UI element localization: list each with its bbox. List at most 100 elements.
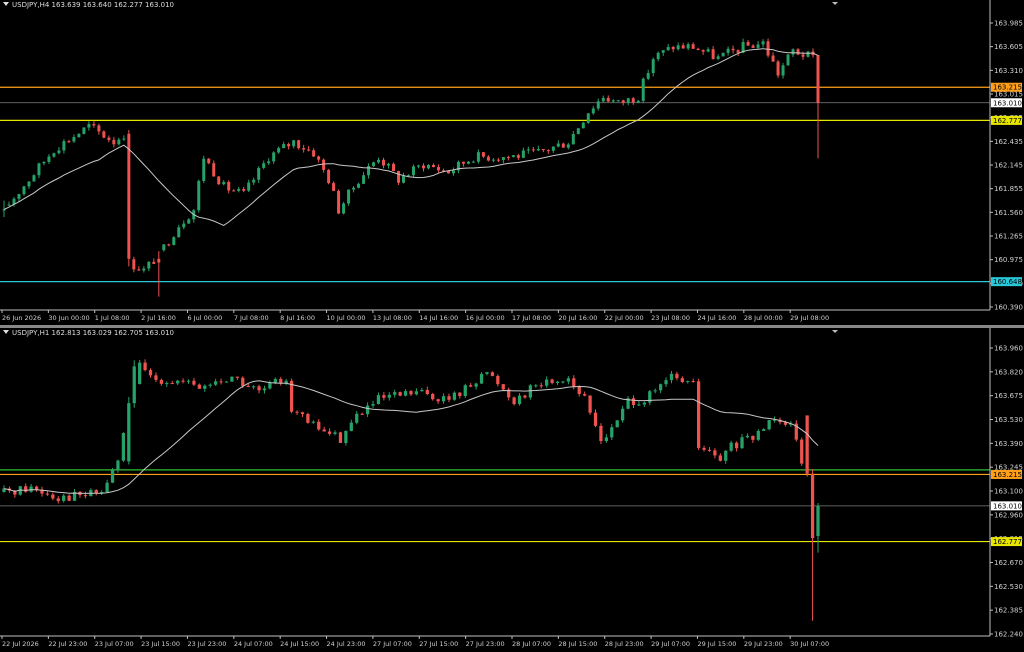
candle-body xyxy=(317,156,321,160)
candle-body xyxy=(154,375,158,380)
candle xyxy=(561,142,565,148)
candle xyxy=(202,155,206,184)
candle xyxy=(242,186,246,193)
time-tick-label: 29 Jul 07:00 xyxy=(651,640,690,648)
candle-body xyxy=(147,261,151,269)
candle xyxy=(24,483,28,493)
time-tick-label: 14 Jul 16:00 xyxy=(419,314,458,322)
candle-body xyxy=(436,399,440,402)
candle-body xyxy=(192,380,196,385)
candle-body xyxy=(762,429,766,431)
candle xyxy=(586,113,590,125)
candle xyxy=(476,149,480,164)
price-tick-label: 160.390 xyxy=(994,304,1023,312)
candle-body xyxy=(691,381,695,383)
candle-body xyxy=(207,158,211,164)
price-tick-label: 161.265 xyxy=(994,233,1023,241)
candle xyxy=(227,180,231,194)
candle-body xyxy=(441,396,446,402)
candle xyxy=(322,158,326,173)
candle xyxy=(372,161,376,168)
candle xyxy=(796,48,800,56)
candle xyxy=(82,127,86,135)
candle-body xyxy=(577,386,581,394)
time-tick-label: 23 Jul 07:00 xyxy=(95,640,134,648)
candle xyxy=(138,359,142,385)
candle xyxy=(425,386,429,396)
candle-body xyxy=(721,52,725,57)
candle xyxy=(469,383,473,388)
candle xyxy=(671,45,675,53)
candle-body xyxy=(421,165,425,169)
candle-body xyxy=(806,51,810,57)
candle-body xyxy=(197,384,201,389)
candle-body xyxy=(57,150,61,154)
candle-body xyxy=(521,150,525,158)
candle xyxy=(511,155,515,158)
candle xyxy=(676,42,680,51)
candle xyxy=(56,496,60,504)
candle xyxy=(312,148,316,158)
candle-body xyxy=(317,421,321,430)
candle xyxy=(681,42,685,49)
candle xyxy=(517,393,522,406)
candle xyxy=(731,45,735,54)
candle-body xyxy=(751,45,755,48)
candle xyxy=(771,52,775,62)
candle-body xyxy=(588,395,592,413)
time-tick-label: 27 Jul 07:00 xyxy=(373,640,412,648)
candle xyxy=(212,160,216,177)
candle xyxy=(576,128,580,135)
candle-body xyxy=(711,49,715,59)
candle xyxy=(591,105,595,115)
candle-body xyxy=(686,44,690,49)
chart-pane-h1[interactable]: USDJPY,H1 162.813 163.029 162.705 163.01… xyxy=(0,328,1024,652)
candle xyxy=(367,163,371,179)
chart-pane-h4[interactable]: USDJPY,H4 163.639 163.640 162.277 163.01… xyxy=(0,0,1024,325)
candle xyxy=(222,180,226,186)
price-tick-label: 163.530 xyxy=(994,416,1023,424)
candle xyxy=(626,396,630,410)
candle xyxy=(658,383,663,394)
candle xyxy=(637,401,641,406)
candle-body xyxy=(230,376,234,382)
candle-body xyxy=(67,495,71,501)
candle xyxy=(691,378,695,383)
candlestick-chart-h1[interactable]: 163.960 163.820 163.675 163.530 163.390 163.2… xyxy=(0,328,1024,652)
time-tick-label: 22 Jul 23:00 xyxy=(48,640,87,648)
candle-body xyxy=(501,157,505,160)
candle xyxy=(121,432,126,463)
candle-body xyxy=(202,158,206,181)
candle-body xyxy=(22,186,26,195)
candle xyxy=(105,479,109,493)
candle xyxy=(67,494,71,502)
time-tick-label: 1 Jul 08:00 xyxy=(95,314,130,322)
candle xyxy=(556,140,560,148)
candle-body xyxy=(556,143,560,147)
candle xyxy=(545,376,549,388)
candle-body xyxy=(302,148,306,150)
candle xyxy=(279,376,283,386)
candle xyxy=(474,382,478,390)
candle-body xyxy=(805,415,809,474)
time-tick-label: 22 Jul 00:00 xyxy=(605,314,644,322)
candle-body xyxy=(282,144,286,149)
candle xyxy=(551,146,555,153)
candle xyxy=(651,57,655,77)
candle-body xyxy=(536,149,540,151)
candle-body xyxy=(631,398,636,406)
moving-average-line xyxy=(3,48,819,226)
candle xyxy=(287,142,291,150)
candle xyxy=(34,485,39,492)
candle xyxy=(214,378,218,387)
candle-body xyxy=(681,45,685,49)
candle-body xyxy=(545,379,549,386)
candle xyxy=(461,161,465,167)
candle xyxy=(176,379,180,386)
candle-body xyxy=(616,100,620,102)
candlestick-chart-h4[interactable]: 163.985163.605163.310163.015162.725162.4… xyxy=(0,0,1024,325)
candle-body xyxy=(561,381,565,383)
candle xyxy=(526,146,530,154)
candle-body xyxy=(222,181,226,185)
candle xyxy=(583,391,587,397)
